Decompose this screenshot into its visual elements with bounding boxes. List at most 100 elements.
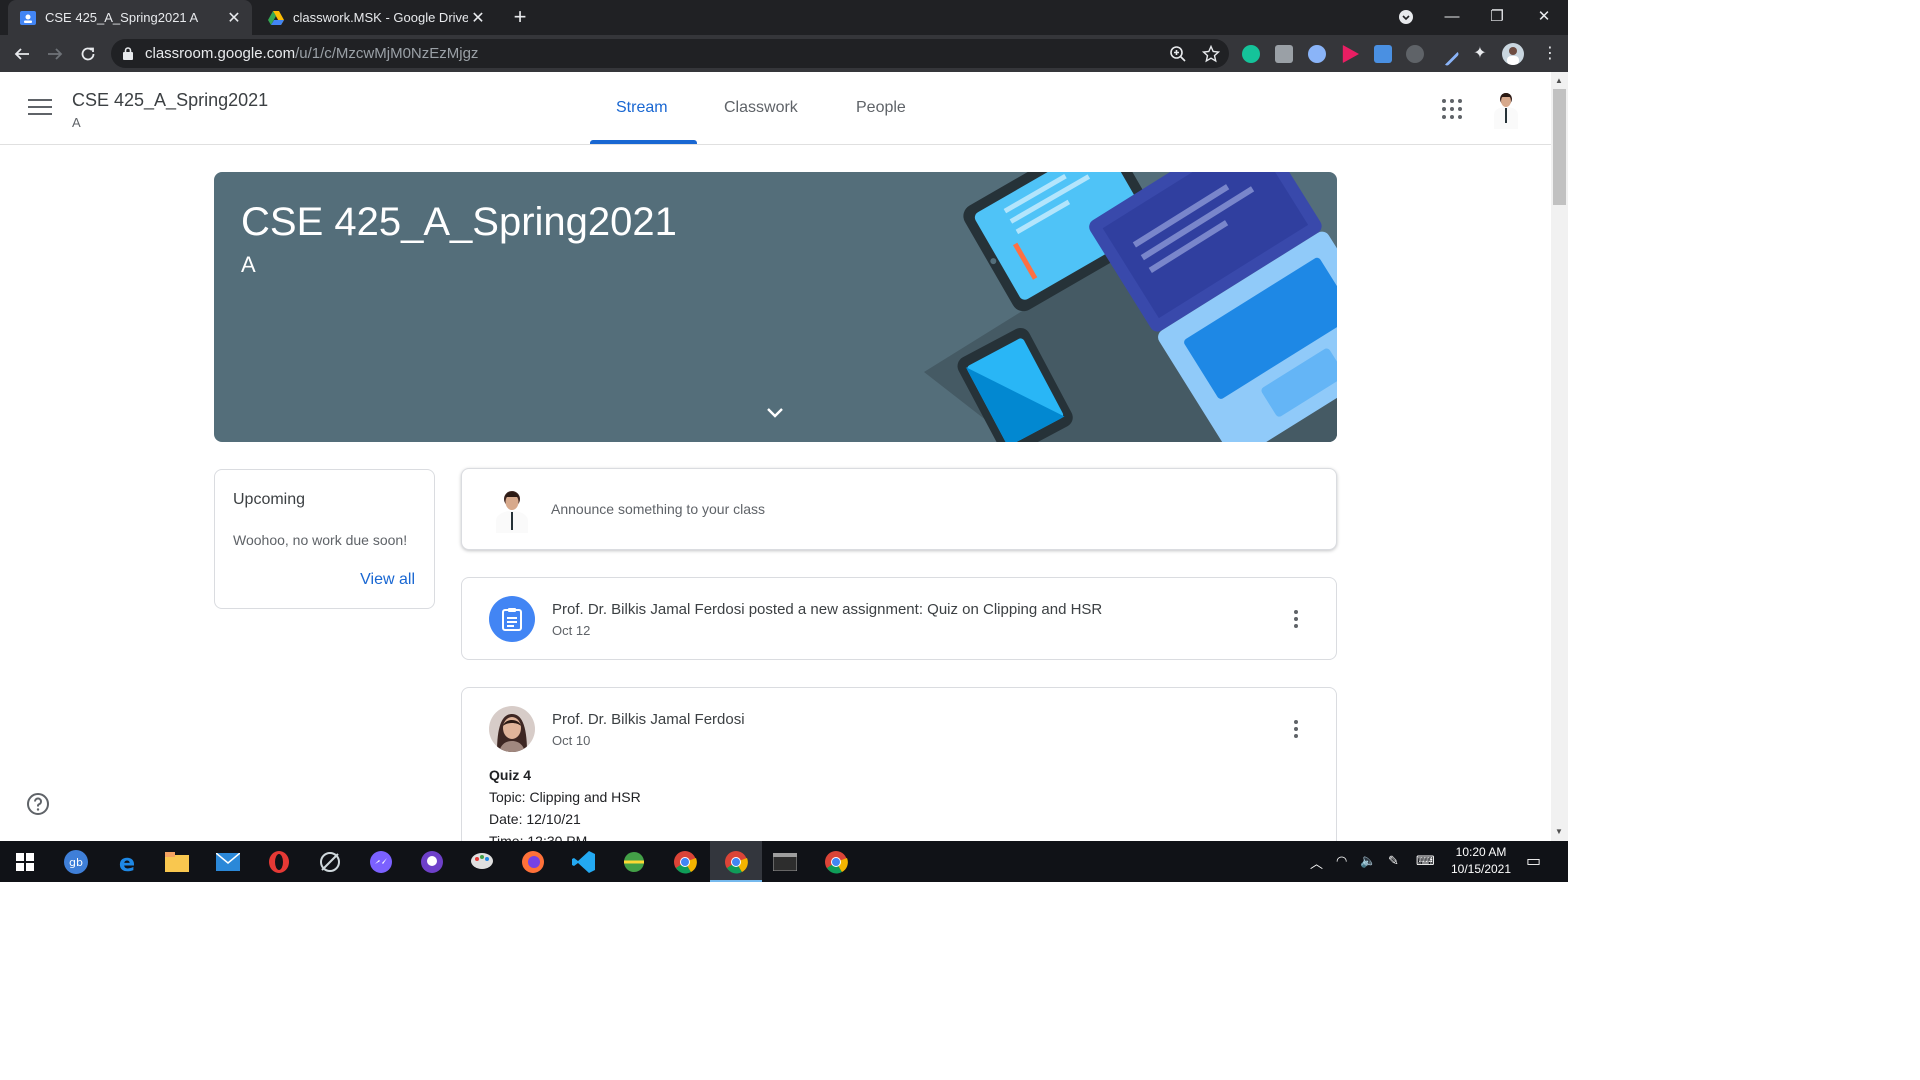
browser-tab-drive[interactable]: classwork.MSK - Google Drive ✕ — [256, 0, 496, 35]
banner-class-title: CSE 425_A_Spring2021 — [241, 200, 677, 244]
url-text: classroom.google.com/u/1/c/MzcwMjM0NzEzM… — [145, 45, 479, 62]
network-icon[interactable]: ◠ — [1336, 853, 1347, 869]
more-options-icon[interactable] — [1284, 717, 1308, 741]
google-apps-icon[interactable] — [1442, 99, 1462, 119]
chrome-active-icon[interactable] — [723, 849, 749, 875]
windows-taskbar: gb e ︿ ◠ 🔈 ✎ ⌨ 10:20 AM 10/15/2021 ▭ — [0, 841, 1568, 882]
vscode-icon[interactable] — [571, 849, 597, 875]
class-section: A — [72, 115, 81, 130]
view-all-link[interactable]: View all — [360, 571, 415, 589]
help-icon[interactable] — [26, 792, 50, 816]
author-avatar — [489, 706, 535, 752]
class-banner: CSE 425_A_Spring2021 A — [214, 172, 1337, 442]
main-menu-icon[interactable] — [28, 99, 52, 119]
terminal-icon[interactable] — [772, 849, 798, 875]
address-bar[interactable]: classroom.google.com/u/1/c/MzcwMjM0NzEzM… — [111, 39, 1229, 68]
upcoming-title: Upcoming — [233, 491, 306, 508]
edge-icon[interactable]: e — [114, 849, 140, 875]
extension-icon[interactable] — [1406, 45, 1424, 63]
paint-icon[interactable] — [469, 849, 495, 875]
messenger-icon[interactable] — [368, 849, 394, 875]
classroom-header: CSE 425_A_Spring2021 A Stream Classwork … — [0, 72, 1551, 145]
extension-icon[interactable] — [1308, 45, 1326, 63]
post-date: Oct 10 — [552, 733, 591, 748]
forward-icon[interactable] — [42, 41, 68, 67]
scroll-down-icon[interactable]: ▼ — [1555, 827, 1563, 836]
browser-tab-bar: CSE 425_A_Spring2021 A ✕ classwork.MSK -… — [0, 0, 1568, 35]
lock-icon — [123, 47, 133, 60]
clock-time: 10:20 AM — [1455, 845, 1507, 859]
tab-people[interactable]: People — [856, 99, 906, 117]
tab-classwork[interactable]: Classwork — [724, 99, 798, 117]
download-extension-icon[interactable] — [1374, 45, 1392, 63]
close-tab-icon[interactable]: ✕ — [224, 8, 244, 28]
close-tab-icon[interactable]: ✕ — [468, 8, 488, 28]
banner-class-section: A — [241, 252, 256, 277]
post-line: Date: 12/10/21 — [489, 811, 581, 827]
system-clock[interactable]: 10:20 AM 10/15/2021 — [1446, 844, 1516, 878]
scrollbar-thumb[interactable] — [1553, 89, 1566, 205]
tab-search-icon[interactable] — [1393, 0, 1419, 35]
announce-box[interactable]: Announce something to your class — [461, 468, 1337, 550]
upcoming-card: Upcoming Woohoo, no work due soon! View … — [214, 469, 435, 609]
volume-icon[interactable]: 🔈 — [1360, 853, 1376, 869]
scroll-up-icon[interactable]: ▲ — [1555, 76, 1563, 85]
tab-stream[interactable]: Stream — [616, 99, 668, 117]
active-tab-indicator — [590, 140, 697, 144]
tray-chevron-icon[interactable]: ︿ — [1310, 853, 1323, 872]
user-avatar — [496, 491, 528, 533]
opera-icon[interactable] — [266, 849, 292, 875]
file-explorer-icon[interactable] — [164, 849, 190, 875]
browser-tab-classroom[interactable]: CSE 425_A_Spring2021 A ✕ — [8, 0, 252, 35]
back-icon[interactable] — [9, 41, 35, 67]
new-tab-button[interactable]: + — [507, 4, 533, 30]
profile-avatar[interactable] — [1502, 43, 1524, 65]
svg-text:e: e — [119, 850, 135, 874]
tab-title: CSE 425_A_Spring2021 A — [45, 10, 199, 25]
reload-icon[interactable] — [75, 41, 101, 67]
account-avatar[interactable] — [1488, 89, 1524, 129]
post-line: Quiz 4 — [489, 767, 532, 783]
satellite-app-icon[interactable] — [317, 849, 343, 875]
more-options-icon[interactable] — [1284, 607, 1308, 631]
minimize-icon[interactable]: — — [1430, 0, 1474, 35]
chrome-icon[interactable] — [672, 849, 698, 875]
classroom-icon — [20, 10, 36, 25]
camera-extension-icon[interactable] — [1275, 45, 1293, 63]
windows-start-icon[interactable] — [12, 849, 38, 875]
drive-icon — [268, 10, 284, 25]
announce-placeholder: Announce something to your class — [551, 501, 766, 517]
browser-menu-icon[interactable]: ⋮ — [1541, 45, 1559, 63]
assignment-title[interactable]: Prof. Dr. Bilkis Jamal Ferdosi posted a … — [552, 601, 1102, 618]
class-title[interactable]: CSE 425_A_Spring2021 — [72, 90, 268, 111]
tab-title: classwork.MSK - Google Drive — [293, 10, 468, 25]
firefox-icon[interactable] — [520, 849, 546, 875]
gb-app-icon[interactable]: gb — [63, 849, 89, 875]
assignment-date: Oct 12 — [552, 623, 591, 638]
upcoming-message: Woohoo, no work due soon! — [233, 532, 408, 548]
devices-illustration — [924, 172, 1337, 442]
svg-text:gb: gb — [69, 856, 83, 869]
zoom-icon[interactable] — [1169, 45, 1187, 63]
announcement-post: Prof. Dr. Bilkis Jamal Ferdosi Oct 10 Qu… — [461, 687, 1337, 867]
grammarly-extension-icon[interactable] — [1242, 45, 1260, 63]
mail-icon[interactable] — [215, 849, 241, 875]
puzzle-extensions-icon[interactable]: ✦ — [1471, 45, 1489, 63]
window-close-icon[interactable]: ✕ — [1520, 0, 1568, 35]
post-author: Prof. Dr. Bilkis Jamal Ferdosi — [552, 711, 745, 728]
chrome-profile-icon[interactable] — [823, 849, 849, 875]
globe-app-icon[interactable] — [621, 849, 647, 875]
assignment-stream-item[interactable]: Prof. Dr. Bilkis Jamal Ferdosi posted a … — [461, 577, 1337, 660]
notifications-icon[interactable]: ▭ — [1526, 851, 1541, 871]
bookmark-star-icon[interactable] — [1202, 45, 1220, 63]
github-icon[interactable] — [419, 849, 445, 875]
restore-icon[interactable]: ❐ — [1475, 0, 1519, 35]
pen-icon[interactable]: ✎ — [1388, 853, 1399, 869]
clock-date: 10/15/2021 — [1450, 862, 1512, 876]
page-scrollbar[interactable]: ▲ ▼ — [1551, 72, 1568, 841]
post-body: Quiz 4 Topic: Clipping and HSR Date: 12/… — [489, 764, 641, 852]
expand-chevron-icon[interactable] — [765, 406, 785, 420]
keyboard-icon[interactable]: ⌨ — [1416, 853, 1435, 869]
browser-toolbar: classroom.google.com/u/1/c/MzcwMjM0NzEzM… — [0, 35, 1568, 72]
assignment-icon — [489, 596, 535, 642]
